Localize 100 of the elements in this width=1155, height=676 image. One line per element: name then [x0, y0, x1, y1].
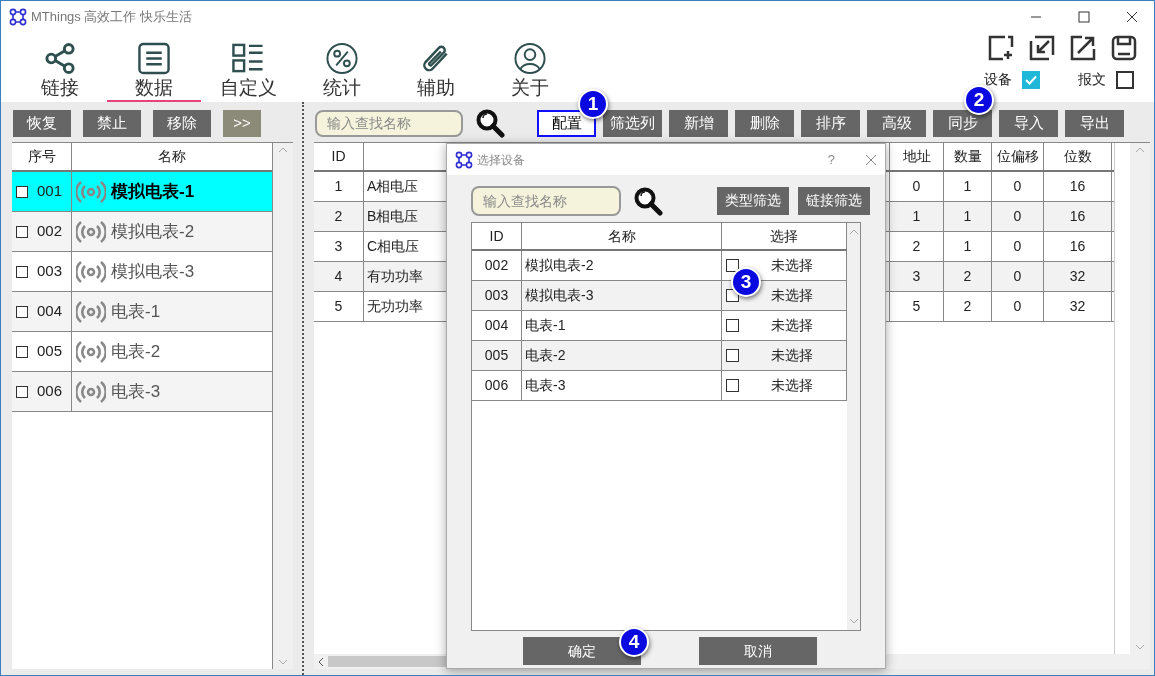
table-cell: 1 [944, 232, 992, 261]
table-cell: 模拟电表-3 [522, 281, 722, 310]
table-cell: 2 [890, 232, 944, 261]
toolbar-button[interactable]: >> [223, 109, 261, 137]
toolbar-button[interactable]: 禁止 [83, 109, 141, 137]
table-cell: 004 [472, 311, 522, 340]
share-icon [43, 42, 77, 75]
device-name: 模拟电表-1 [111, 180, 195, 203]
filter-button[interactable]: 类型筛选 [717, 186, 789, 215]
table-cell: 1 [944, 202, 992, 231]
percent-icon [325, 42, 359, 75]
row-number: 001 [37, 181, 63, 202]
table-cell: 0 [992, 262, 1044, 291]
save-icon[interactable] [1111, 35, 1137, 61]
dialog-button[interactable]: 取消 [699, 637, 817, 665]
splitter-handle[interactable] [301, 102, 305, 675]
list-box-icon [137, 42, 171, 75]
search-icon[interactable] [475, 108, 505, 138]
table-cell: 16 [1044, 232, 1112, 261]
row-number: 006 [37, 381, 63, 402]
table-cell: 32 [1044, 292, 1112, 321]
column-header: ID [472, 223, 522, 249]
add-window-icon[interactable] [988, 35, 1014, 61]
device-name: 电表-3 [111, 380, 161, 403]
checkbox[interactable] [16, 225, 28, 238]
toolbar-button[interactable]: 恢复 [13, 109, 71, 137]
device-name: 模拟电表-2 [111, 220, 195, 243]
toolbar-button[interactable]: 排序 [801, 109, 860, 137]
search-field[interactable]: 输入查找名称 [315, 109, 463, 137]
table-cell: 电表-1 [522, 311, 722, 340]
user-icon [513, 42, 547, 75]
export-arrow-icon[interactable] [1070, 35, 1096, 61]
table-cell: 模拟电表-2 [522, 251, 722, 280]
checkbox[interactable] [726, 319, 739, 332]
column-header: 序号 [12, 143, 72, 170]
nav-tab[interactable]: 统计 [295, 32, 389, 102]
checkbox[interactable] [1022, 70, 1040, 89]
toolbar-button[interactable]: 同步 [933, 109, 992, 137]
table-cell: 0 [992, 292, 1044, 321]
search-icon[interactable] [633, 185, 663, 216]
toolbar-button[interactable]: 配置 [537, 109, 596, 137]
nav-tab[interactable]: 自定义 [201, 32, 295, 102]
checkbox[interactable] [16, 305, 28, 318]
list-row[interactable]: 005 电表-2 [12, 332, 272, 372]
table-cell: 16 [1044, 172, 1112, 201]
checkbox[interactable] [726, 349, 739, 362]
step-callout-tooltip: 2 [964, 85, 994, 115]
nav-tab[interactable]: 关于 [483, 32, 577, 102]
list-row[interactable]: 004 电表-1 [12, 292, 272, 332]
checkbox[interactable] [16, 185, 28, 198]
checkbox[interactable] [16, 265, 28, 278]
table-cell: 4 [314, 262, 364, 291]
table-cell: 电表-3 [522, 371, 722, 400]
checkbox[interactable] [1116, 70, 1134, 89]
table-cell: 2 [944, 262, 992, 291]
table-cell: 0 [992, 232, 1044, 261]
toolbar-button[interactable]: 新增 [669, 109, 728, 137]
row-number: 004 [37, 301, 63, 322]
toolbar-button[interactable]: 高级 [867, 109, 926, 137]
toolbar-button[interactable]: 筛选列 [603, 109, 662, 137]
device-name: 模拟电表-3 [111, 260, 195, 283]
list-row[interactable]: 002 模拟电表-2 [12, 212, 272, 252]
toolbar-button[interactable]: 移除 [153, 109, 211, 137]
table-cell: 003 [472, 281, 522, 310]
checkbox[interactable] [16, 345, 28, 358]
table-cell: 1 [890, 202, 944, 231]
row-number: 003 [37, 261, 63, 282]
toolbar-button[interactable]: 删除 [735, 109, 794, 137]
device-name: 电表-1 [111, 300, 161, 323]
toggle-label: 报文 [1078, 70, 1106, 89]
selection-status: 未选择 [771, 346, 813, 365]
device-name: 电表-2 [111, 340, 161, 363]
maximize-icon[interactable] [1077, 9, 1091, 24]
row-number: 005 [37, 341, 63, 362]
selection-status: 未选择 [771, 376, 813, 395]
toolbar-button[interactable]: 导入 [999, 109, 1058, 137]
checkbox[interactable] [726, 379, 739, 392]
scroll-left-icon[interactable] [318, 656, 324, 667]
table-cell: 32 [1044, 262, 1112, 291]
column-header: 名称 [157, 147, 187, 166]
app-logo-icon [455, 150, 473, 169]
column-header: 名称 [522, 223, 722, 249]
list-row[interactable]: 006 电表-3 [12, 372, 272, 412]
table-cell: 006 [472, 371, 522, 400]
row-number: 002 [37, 221, 63, 242]
table-cell: 002 [472, 251, 522, 280]
checkbox[interactable] [726, 289, 739, 302]
dialog-title: 选择设备 [477, 151, 525, 169]
filter-button[interactable]: 链接筛选 [798, 186, 870, 215]
search-field[interactable]: 输入查找名称 [471, 185, 621, 216]
nav-tab[interactable]: 辅助 [389, 32, 483, 102]
checkbox[interactable] [16, 385, 28, 398]
list-row[interactable]: 003 模拟电表-3 [12, 252, 272, 292]
nav-tab[interactable]: 链接 [13, 32, 107, 102]
help-button[interactable]: ? [827, 149, 835, 170]
scrollbar-thumb[interactable] [328, 656, 448, 667]
toolbar-button[interactable]: 导出 [1065, 109, 1124, 137]
import-arrow-icon[interactable] [1029, 35, 1055, 61]
list-row[interactable]: 001 模拟电表-1 [12, 172, 272, 212]
close-icon[interactable] [1125, 9, 1139, 24]
